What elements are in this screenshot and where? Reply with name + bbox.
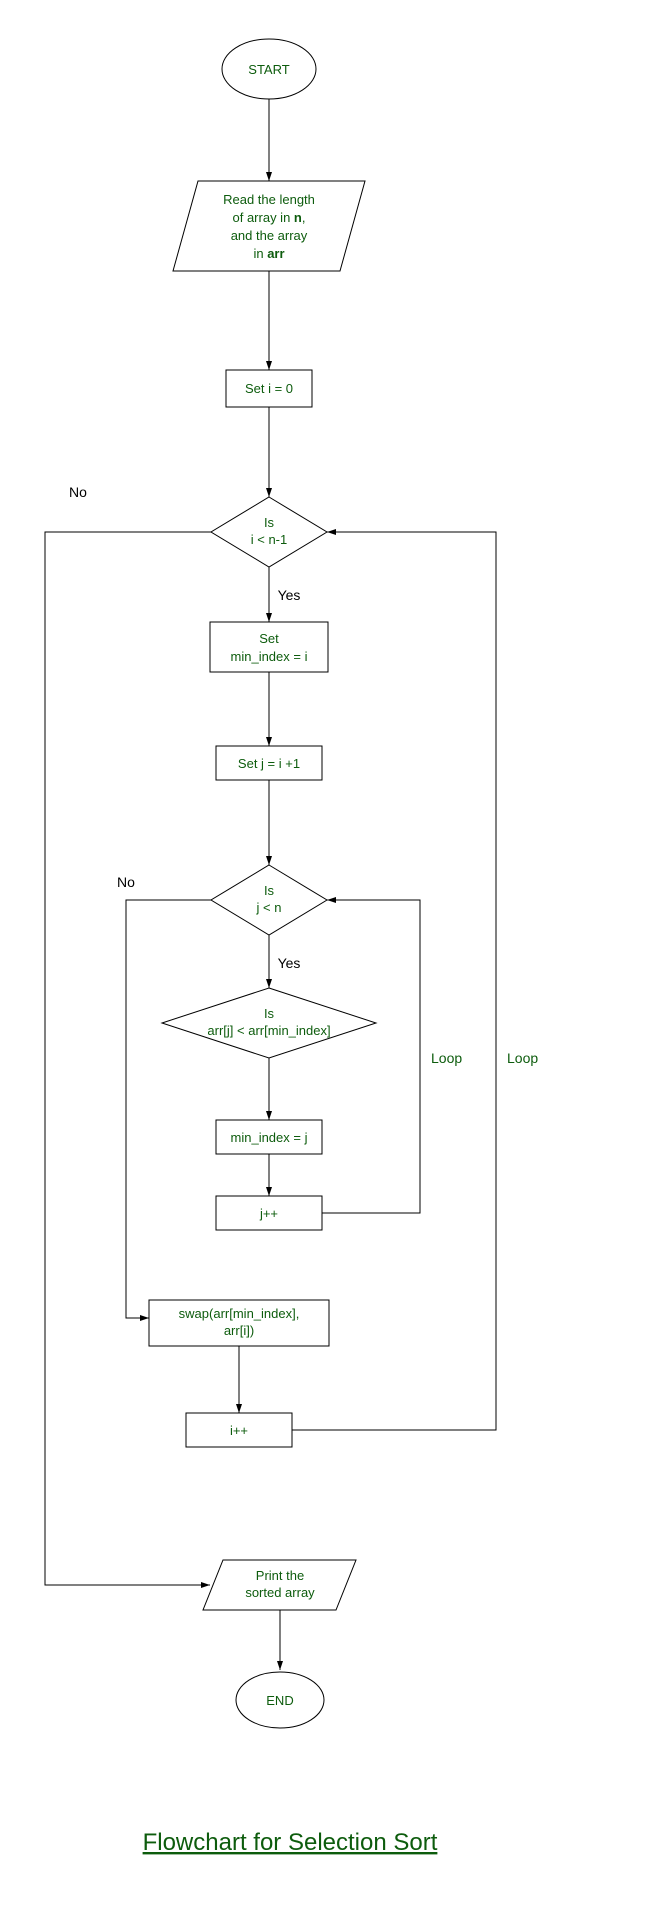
set-min-node xyxy=(210,622,328,672)
dec-i-l1: Is xyxy=(264,515,275,530)
dec-j-l2: j < n xyxy=(256,900,282,915)
swap-l1: swap(arr[min_index], xyxy=(179,1306,300,1321)
no-label-inner: No xyxy=(117,874,135,890)
read-l1: Read the length xyxy=(223,192,315,207)
yes-label-outer: Yes xyxy=(278,587,301,603)
set-i-label: Set i = 0 xyxy=(245,381,293,396)
jpp-label: j++ xyxy=(259,1206,278,1221)
swap-l2: arr[i]) xyxy=(224,1323,254,1338)
read-l4: in arr xyxy=(253,246,284,261)
loop-label-inner: Loop xyxy=(431,1050,462,1066)
yes-label-inner: Yes xyxy=(278,955,301,971)
flowchart-title: Flowchart for Selection Sort xyxy=(143,1829,438,1856)
no-label-outer: No xyxy=(69,484,87,500)
min-j-label: min_index = j xyxy=(231,1130,308,1145)
set-min-l1: Set xyxy=(259,631,279,646)
read-l3: and the array xyxy=(231,228,308,243)
ipp-label: i++ xyxy=(230,1423,248,1438)
dec-j-l1: Is xyxy=(264,883,275,898)
dec-cmp-l2: arr[j] < arr[min_index] xyxy=(207,1023,330,1038)
read-l2: of array in n, xyxy=(233,210,306,225)
loop-label-outer: Loop xyxy=(507,1050,538,1066)
inner-loop-edge xyxy=(322,900,420,1213)
set-min-l2: min_index = i xyxy=(231,649,308,664)
flowchart-canvas: START Read the length of array in n, and… xyxy=(20,20,658,1910)
print-l1: Print the xyxy=(256,1568,304,1583)
dec-i-l2: i < n-1 xyxy=(251,532,288,547)
start-label: START xyxy=(248,62,289,77)
set-j-label: Set j = i +1 xyxy=(238,756,300,771)
end-label: END xyxy=(266,1693,293,1708)
inner-no-edge xyxy=(126,900,211,1318)
dec-cmp-l1: Is xyxy=(264,1006,275,1021)
print-l2: sorted array xyxy=(245,1585,315,1600)
